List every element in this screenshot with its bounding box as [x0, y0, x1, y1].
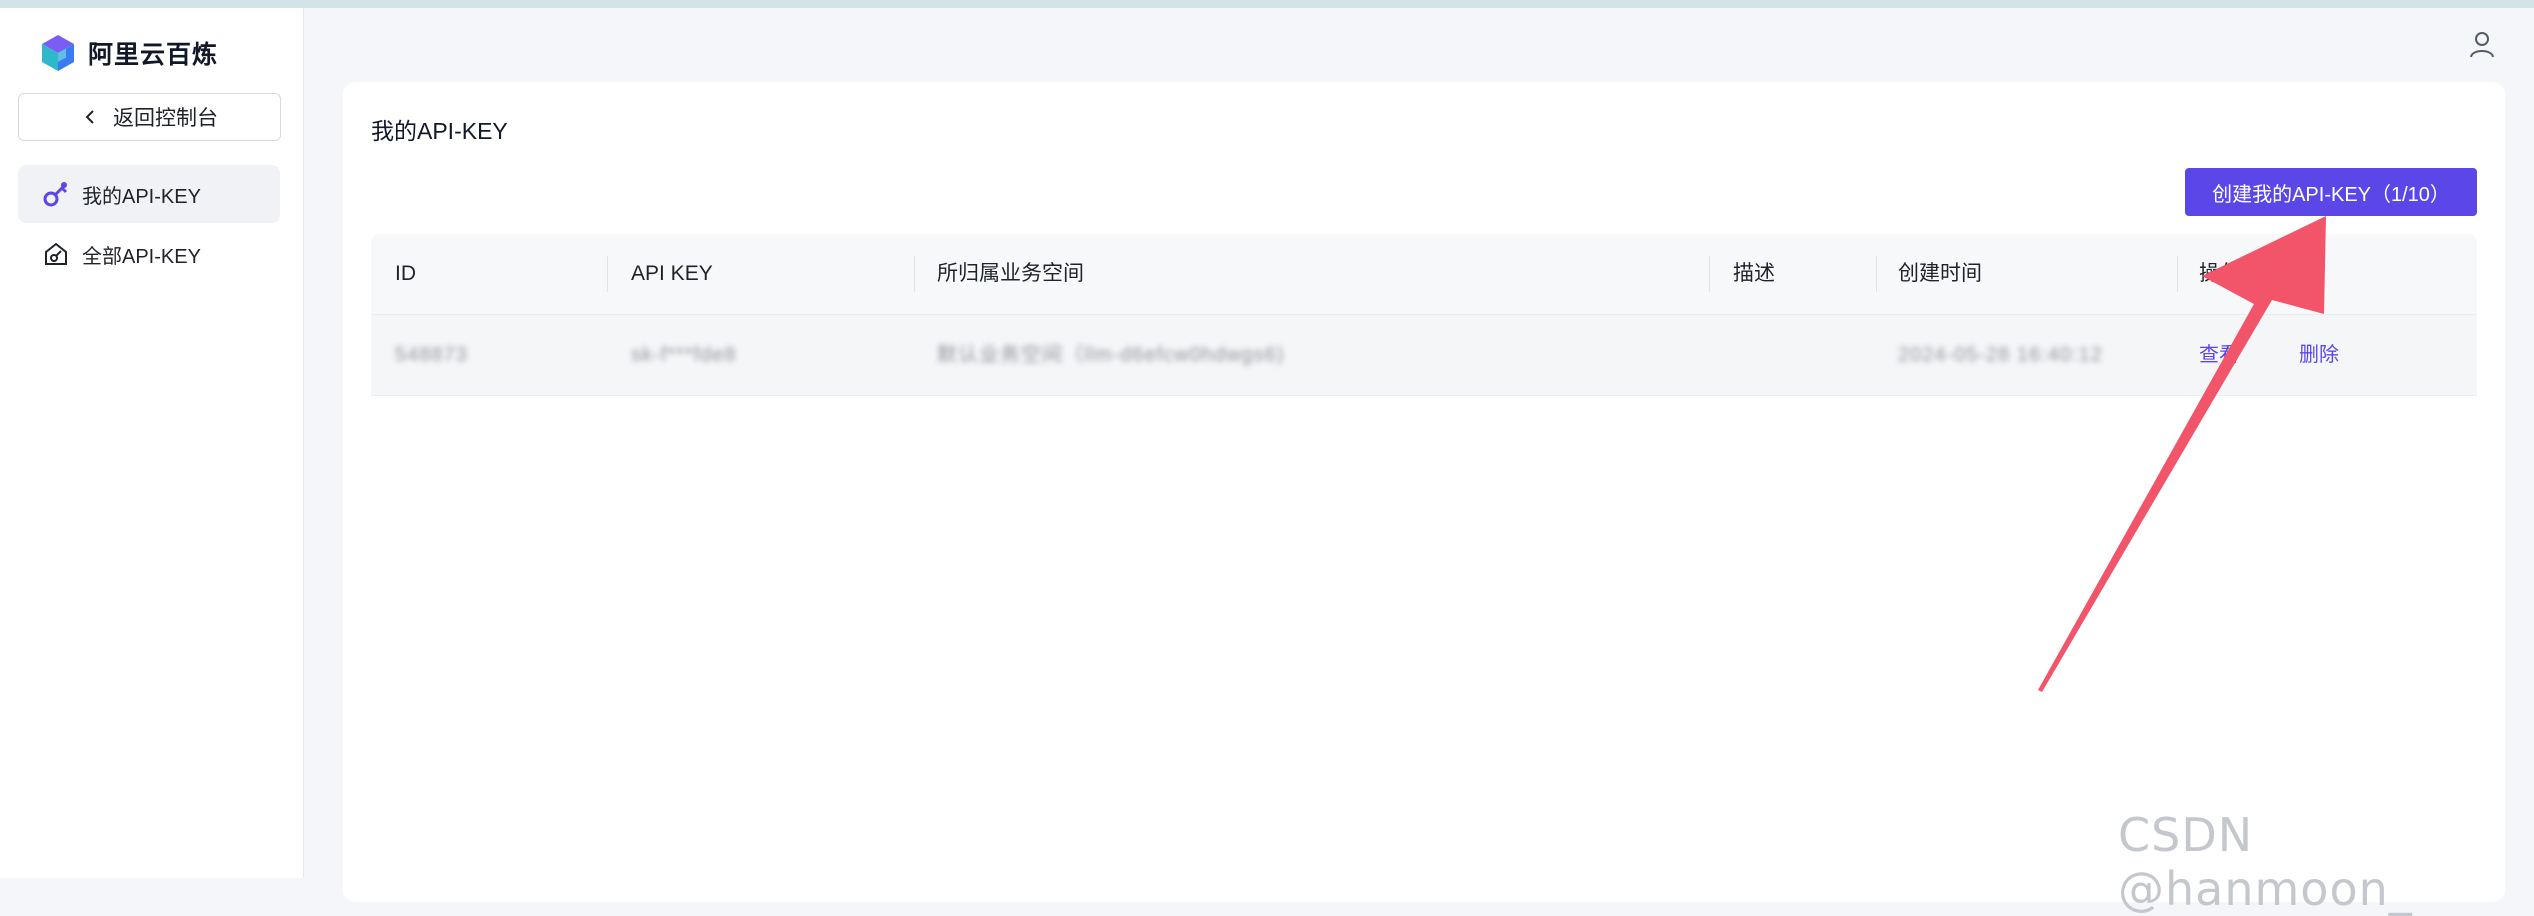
column-divider: [1876, 256, 1877, 292]
column-divider: [2177, 256, 2178, 292]
brand[interactable]: 阿里云百炼: [38, 28, 218, 78]
delete-link[interactable]: 删除: [2299, 315, 2339, 395]
top-accent-line: [0, 0, 2534, 8]
column-header-api-key: API KEY: [631, 262, 713, 285]
column-header-id: ID: [395, 262, 416, 285]
sidebar-item-all-api-key[interactable]: 全部API-KEY: [18, 225, 280, 283]
column-header-workspace: 所归属业务空间: [937, 262, 1084, 285]
watermark: CSDN @hanmoon_: [2118, 808, 2413, 916]
back-to-console-button[interactable]: 返回控制台: [18, 93, 281, 141]
key-home-icon: [45, 242, 67, 265]
sidebar-item-my-api-key[interactable]: 我的API-KEY: [18, 165, 280, 223]
row-api-key: sk-f***fde8: [631, 344, 737, 366]
column-header-description: 描述: [1733, 262, 1775, 285]
table-row: 548873 sk-f***fde8 默认业务空间（llm-d6efcw0hdw…: [371, 315, 2477, 396]
key-icon: [43, 182, 68, 207]
brand-name: 阿里云百炼: [88, 41, 219, 69]
create-api-key-button[interactable]: 创建我的API-KEY（1/10）: [2185, 168, 2477, 216]
column-divider: [607, 256, 608, 292]
column-header-created: 创建时间: [1898, 262, 1982, 285]
api-key-card: 我的API-KEY 创建我的API-KEY（1/10） ID API KEY 所…: [343, 82, 2505, 902]
user-avatar-icon[interactable]: [2468, 30, 2496, 58]
view-link[interactable]: 查看: [2199, 315, 2239, 395]
column-header-actions: 操作: [2199, 262, 2241, 285]
chevron-left-icon: [85, 110, 94, 124]
row-created-time: 2024-05-28 16:40:12: [1898, 344, 2103, 366]
sidebar: 阿里云百炼 返回控制台 我的API-KEY 全部API-KEY: [0, 8, 304, 878]
sidebar-item-label: 全部API-KEY: [82, 245, 201, 268]
column-divider: [1709, 256, 1710, 292]
page-title: 我的API-KEY: [371, 118, 508, 144]
bailian-logo-icon: [42, 35, 74, 71]
row-workspace: 默认业务空间（llm-d6efcw0hdwgs6): [937, 344, 1285, 366]
row-id: 548873: [395, 344, 468, 366]
sidebar-item-label: 我的API-KEY: [82, 185, 201, 208]
table-header: ID API KEY 所归属业务空间 描述 创建时间 操作: [371, 234, 2477, 315]
api-key-table: ID API KEY 所归属业务空间 描述 创建时间 操作 548873 sk-…: [371, 234, 2477, 396]
column-divider: [914, 256, 915, 292]
back-to-console-label: 返回控制台: [113, 107, 218, 130]
